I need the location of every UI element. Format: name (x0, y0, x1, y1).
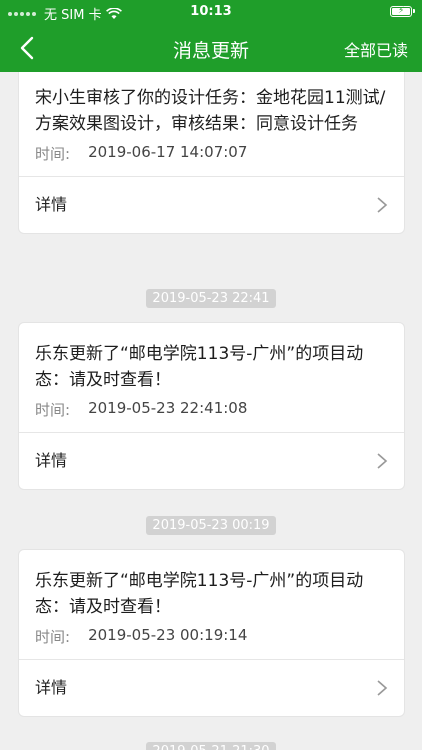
message-card: 乐东更新了“邮电学院113号-广州”的项目动态：请及时查看！ 时间: 2019-… (18, 549, 405, 717)
detail-label: 详情 (35, 451, 68, 470)
message-meta: 时间: 2019-06-17 14:07:07 (19, 137, 404, 176)
screen: 无 SIM 卡 10:13 ⚡ 消息更新 全部已读 宋小生审核了你的设计任务：金… (0, 0, 422, 750)
time-label: 时间: (35, 401, 71, 419)
message-card: 乐东更新了“邮电学院113号-广州”的项目动态：请及时查看！ 时间: 2019-… (18, 322, 405, 490)
status-bar: 无 SIM 卡 10:13 ⚡ (0, 0, 422, 24)
message-time: 2019-06-17 14:07:07 (88, 143, 248, 161)
detail-label: 详情 (35, 195, 68, 214)
message-time: 2019-05-23 00:19:14 (88, 626, 248, 644)
group-time: 2019-05-23 00:19 (0, 514, 422, 535)
detail-row[interactable]: 详情 (19, 177, 404, 233)
message-text: 宋小生审核了你的设计任务：金地花园11测试/方案效果图设计，审核结果：同意设计任… (35, 88, 386, 134)
time-label: 时间: (35, 628, 71, 646)
detail-row[interactable]: 详情 (19, 660, 404, 716)
message-text: 乐东更新了“邮电学院113号-广州”的项目动态：请及时查看！ (35, 571, 364, 617)
nav-bar: 消息更新 全部已读 (0, 24, 422, 72)
battery-icon: ⚡ (390, 6, 415, 17)
message-time: 2019-05-23 22:41:08 (88, 399, 248, 417)
group-time: 2019-05-21 21:30 (0, 740, 422, 750)
clock: 10:13 (190, 4, 232, 19)
chevron-right-icon (377, 680, 388, 696)
message-card: 宋小生审核了你的设计任务：金地花园11测试/方案效果图设计，审核结果：同意设计任… (18, 72, 405, 234)
detail-row[interactable]: 详情 (19, 433, 404, 489)
mark-all-read-button[interactable]: 全部已读 (344, 37, 408, 61)
message-meta: 时间: 2019-05-23 22:41:08 (19, 393, 404, 432)
message-text: 乐东更新了“邮电学院113号-广州”的项目动态：请及时查看！ (35, 344, 364, 390)
message-meta: 时间: 2019-05-23 00:19:14 (19, 620, 404, 659)
group-time: 2019-05-23 22:41 (0, 287, 422, 308)
message-list[interactable]: 宋小生审核了你的设计任务：金地花园11测试/方案效果图设计，审核结果：同意设计任… (0, 72, 422, 750)
time-label: 时间: (35, 145, 71, 163)
chevron-right-icon (377, 197, 388, 213)
detail-label: 详情 (35, 678, 68, 697)
chevron-right-icon (377, 453, 388, 469)
